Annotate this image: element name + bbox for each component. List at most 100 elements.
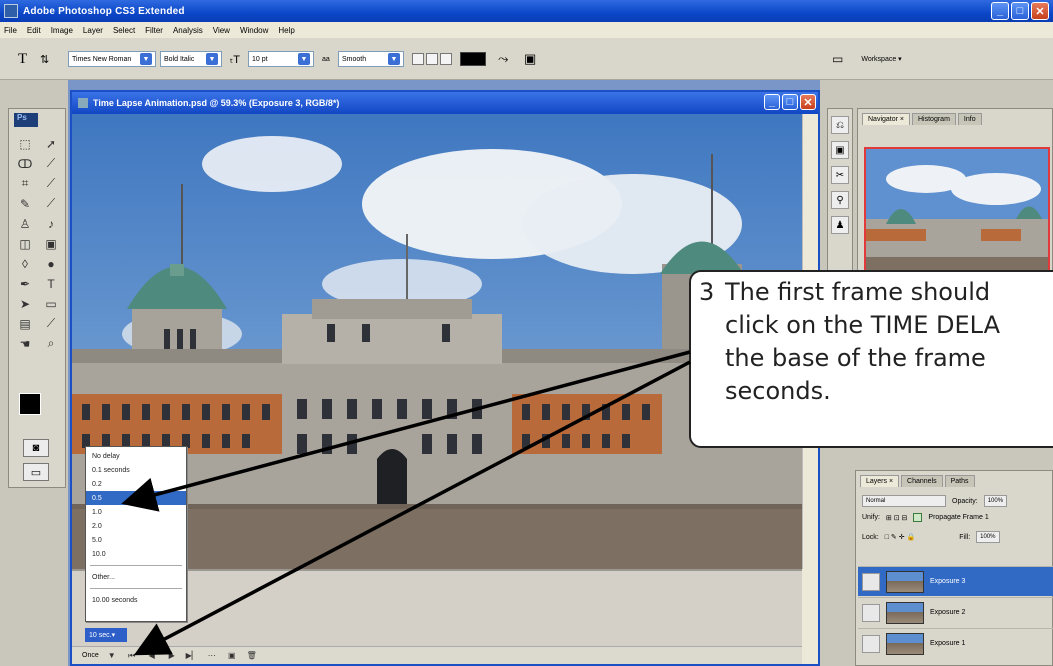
- quick-mask-icon[interactable]: ◙: [23, 439, 49, 457]
- lasso-tool-icon[interactable]: ↀ: [15, 155, 35, 172]
- tab-histogram[interactable]: Histogram: [912, 113, 956, 125]
- tab-layers[interactable]: Layers ×: [860, 475, 900, 487]
- duplicate-frame-icon[interactable]: ▣: [225, 650, 239, 662]
- loop-options[interactable]: Once: [82, 652, 99, 659]
- callout-line-3: the base of the frame: [725, 344, 986, 372]
- warp-text-icon[interactable]: ⤳: [498, 50, 508, 68]
- brush-tool-icon[interactable]: ⟋: [41, 195, 61, 212]
- history-brush-icon[interactable]: ♪: [41, 215, 61, 232]
- tab-paths[interactable]: Paths: [944, 475, 975, 487]
- previous-frame-icon[interactable]: ◀: [145, 650, 159, 662]
- layer-row[interactable]: Exposure 3: [858, 566, 1053, 596]
- slice-tool-icon[interactable]: ⟋: [41, 175, 61, 192]
- screen-mode-icon[interactable]: ▭: [23, 463, 49, 481]
- font-size-dropdown[interactable]: 10 pt ▼: [248, 51, 314, 67]
- move-tool-icon[interactable]: ➚: [41, 135, 61, 152]
- clone-stamp-icon[interactable]: ♙: [15, 215, 35, 232]
- delay-option[interactable]: 2.0: [86, 519, 186, 533]
- eyedropper-icon[interactable]: ⟋: [41, 315, 61, 332]
- align-left-icon[interactable]: [412, 53, 424, 65]
- align-center-icon[interactable]: [426, 53, 438, 65]
- menu-edit[interactable]: Edit: [27, 26, 41, 35]
- first-frame-icon[interactable]: ⏮: [125, 650, 139, 662]
- blur-tool-icon[interactable]: ◊: [15, 255, 35, 272]
- frame-delay-dropdown[interactable]: 10 sec.▾: [85, 628, 127, 642]
- play-icon[interactable]: ▶: [165, 650, 179, 662]
- font-family-dropdown[interactable]: Times New Roman ▼: [68, 51, 156, 67]
- menu-window[interactable]: Window: [240, 26, 268, 35]
- magic-wand-icon[interactable]: ⟋: [41, 155, 61, 172]
- delay-option-current[interactable]: 10.00 seconds: [86, 593, 186, 607]
- menu-image[interactable]: Image: [51, 26, 73, 35]
- navigator-thumbnail[interactable]: [864, 147, 1050, 287]
- tab-info[interactable]: Info: [957, 113, 982, 125]
- menu-analysis[interactable]: Analysis: [173, 26, 203, 35]
- maximize-button[interactable]: □: [1011, 2, 1029, 20]
- type-tool-icon[interactable]: T: [18, 50, 27, 68]
- path-select-icon[interactable]: ➤: [15, 295, 35, 312]
- dodge-tool-icon[interactable]: ●: [41, 255, 61, 272]
- blend-mode-dropdown[interactable]: Normal: [862, 495, 946, 507]
- eye-icon[interactable]: [862, 634, 880, 653]
- pen-tool-icon[interactable]: ✒: [15, 275, 35, 292]
- eye-icon[interactable]: [862, 603, 880, 622]
- next-frame-icon[interactable]: ▶▏: [185, 650, 199, 662]
- clone-source-icon[interactable]: ♟: [831, 216, 849, 234]
- menu-select[interactable]: Select: [113, 26, 135, 35]
- delay-option[interactable]: 0.2: [86, 477, 186, 491]
- crop-tool-icon[interactable]: ⌗: [15, 175, 35, 192]
- workspace-icon[interactable]: ▭: [832, 52, 843, 66]
- align-right-icon[interactable]: [440, 53, 452, 65]
- gradient-tool-icon[interactable]: ▣: [41, 235, 61, 252]
- doc-maximize-button[interactable]: □: [782, 94, 798, 110]
- doc-close-button[interactable]: ✕: [800, 94, 816, 110]
- delete-frame-icon[interactable]: 🗑: [245, 650, 259, 662]
- tool-presets-icon[interactable]: ✂: [831, 166, 849, 184]
- text-tool-icon[interactable]: T: [41, 275, 61, 292]
- font-style-dropdown[interactable]: Bold Italic ▼: [160, 51, 222, 67]
- text-orientation-icon[interactable]: ⇅: [40, 50, 49, 68]
- chevron-down-icon[interactable]: ▼: [105, 650, 119, 662]
- history-icon[interactable]: ⎌: [831, 116, 849, 134]
- character-panel-icon[interactable]: ▣: [524, 50, 536, 68]
- menu-layer[interactable]: Layer: [83, 26, 103, 35]
- foreground-color-swatch[interactable]: [19, 393, 41, 415]
- lock-icons[interactable]: □ ✎ ✛ 🔒: [885, 533, 916, 541]
- tween-icon[interactable]: ⋯: [205, 650, 219, 662]
- menu-view[interactable]: View: [213, 26, 230, 35]
- unify-icons[interactable]: ⊞ ⊡ ⊟: [886, 514, 908, 522]
- minimize-button[interactable]: _: [991, 2, 1009, 20]
- menu-filter[interactable]: Filter: [145, 26, 163, 35]
- doc-minimize-button[interactable]: _: [764, 94, 780, 110]
- marquee-tool-icon[interactable]: ⬚: [15, 135, 35, 152]
- delay-option[interactable]: 10.0: [86, 547, 186, 561]
- propagate-checkbox[interactable]: [913, 513, 923, 522]
- text-color-swatch[interactable]: [460, 52, 486, 66]
- shape-tool-icon[interactable]: ▭: [41, 295, 61, 312]
- eraser-tool-icon[interactable]: ◫: [15, 235, 35, 252]
- notes-tool-icon[interactable]: ▤: [15, 315, 35, 332]
- workspace-menu[interactable]: Workspace ▾: [861, 55, 901, 63]
- layer-row[interactable]: Exposure 2: [858, 597, 1053, 627]
- delay-option-selected[interactable]: 0.5: [86, 491, 186, 505]
- delay-option-other[interactable]: Other...: [86, 570, 186, 584]
- opacity-input[interactable]: 100%: [983, 495, 1008, 507]
- tab-navigator[interactable]: Navigator ×: [862, 113, 910, 125]
- hand-tool-icon[interactable]: ☚: [15, 335, 35, 352]
- close-button[interactable]: ✕: [1031, 2, 1049, 20]
- brushes-icon[interactable]: ⚲: [831, 191, 849, 209]
- healing-brush-icon[interactable]: ✎: [15, 195, 35, 212]
- delay-option[interactable]: 5.0: [86, 533, 186, 547]
- layer-row[interactable]: Exposure 1: [858, 628, 1053, 658]
- zoom-tool-icon[interactable]: ⌕: [41, 335, 61, 352]
- delay-option[interactable]: 1.0: [86, 505, 186, 519]
- delay-option[interactable]: No delay: [86, 449, 186, 463]
- eye-icon[interactable]: [862, 572, 880, 591]
- fill-input[interactable]: 100%: [976, 531, 1000, 543]
- actions-icon[interactable]: ▣: [831, 141, 849, 159]
- antialias-dropdown[interactable]: Smooth ▼: [338, 51, 404, 67]
- menu-help[interactable]: Help: [278, 26, 294, 35]
- delay-option[interactable]: 0.1 seconds: [86, 463, 186, 477]
- tab-channels[interactable]: Channels: [901, 475, 943, 487]
- menu-file[interactable]: File: [4, 26, 17, 35]
